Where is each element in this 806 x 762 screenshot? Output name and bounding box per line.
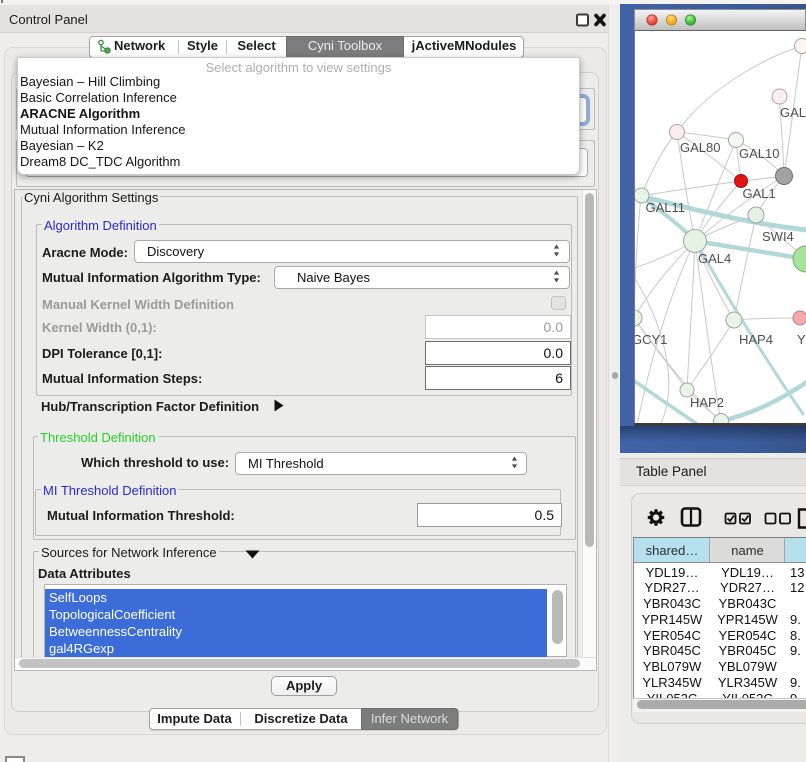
svg-text:GAL1: GAL1 [743, 186, 776, 201]
svg-text:GAL11: GAL11 [646, 200, 686, 215]
svg-text:HAP4: HAP4 [739, 332, 773, 347]
svg-text:HAP2: HAP2 [690, 395, 724, 410]
svg-text:GAL10: GAL10 [739, 146, 779, 161]
svg-text:GCY1: GCY1 [635, 332, 667, 347]
svg-text:GAL4: GAL4 [698, 251, 731, 266]
svg-text:SWI4: SWI4 [762, 229, 794, 244]
svg-text:Y: Y [797, 332, 806, 347]
svg-text:GAL80: GAL80 [680, 140, 720, 155]
svg-text:GAL8: GAL8 [780, 105, 806, 120]
